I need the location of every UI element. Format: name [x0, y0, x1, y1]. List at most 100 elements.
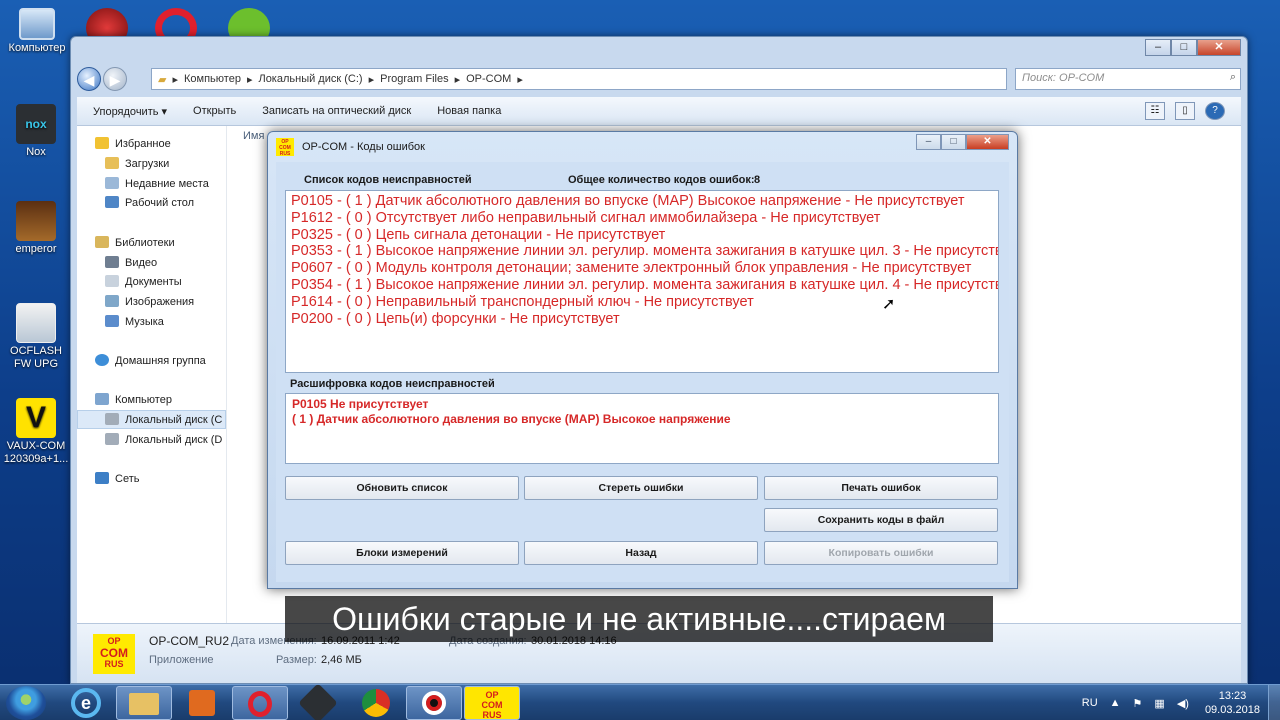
refresh-list-button[interactable]: Обновить список — [285, 476, 519, 500]
explorer-taskbar-button[interactable] — [116, 686, 172, 720]
nox-icon: nox — [16, 104, 56, 144]
desktop-icon-ocflash[interactable]: OCFLASH FW UPG — [1, 303, 71, 371]
volume-icon[interactable]: ◀) — [1177, 697, 1189, 710]
breadcrumb-item[interactable]: Локальный диск (C:) — [258, 73, 362, 85]
forward-button[interactable]: ▶ — [103, 67, 127, 91]
nav-video[interactable]: Видео — [105, 256, 157, 269]
computer-icon — [19, 8, 55, 40]
back-button[interactable]: Назад — [524, 541, 758, 565]
organize-button[interactable]: Упорядочить ▾ — [93, 105, 167, 118]
video-subtitle: Ошибки старые и не активные....стираем — [285, 596, 993, 642]
opera-icon — [248, 691, 272, 717]
minimize-button[interactable]: – — [916, 134, 941, 150]
nav-favorites[interactable]: Избранное — [95, 137, 171, 150]
nav-label: Избранное — [115, 138, 171, 150]
list-item[interactable]: P1612 - ( 0 ) Отсутствует либо неправиль… — [291, 210, 880, 227]
clear-errors-button[interactable]: Стереть ошибки — [524, 476, 758, 500]
list-item[interactable]: P0353 - ( 1 ) Высокое напряжение линии э… — [291, 243, 998, 260]
breadcrumb-item[interactable]: Program Files — [380, 73, 448, 85]
breadcrumb-item[interactable]: OP-COM — [466, 73, 511, 85]
nav-label: Загрузки — [125, 158, 170, 170]
drive-icon — [105, 433, 119, 445]
libraries-icon — [95, 236, 109, 248]
decode-line: ( 1 ) Датчик абсолютного давления во впу… — [292, 412, 731, 426]
save-codes-button[interactable]: Сохранить коды в файл — [764, 508, 998, 532]
opera-taskbar-button[interactable] — [232, 686, 288, 720]
show-desktop-button[interactable] — [1268, 685, 1280, 720]
nav-desktop[interactable]: Рабочий стол — [105, 196, 194, 209]
nav-libraries[interactable]: Библиотеки — [95, 236, 175, 249]
list-item[interactable]: P1614 - ( 0 ) Неправильный транспондерны… — [291, 294, 754, 311]
list-item[interactable]: P0354 - ( 1 ) Высокое напряжение линии э… — [291, 277, 998, 294]
nav-label: Рабочий стол — [125, 197, 195, 209]
list-item[interactable]: P0200 - ( 0 ) Цепь(и) форсунки - Не прис… — [291, 311, 620, 328]
nav-images[interactable]: Изображения — [105, 295, 194, 308]
internet-explorer-icon[interactable]: e — [58, 686, 114, 720]
network-icon — [95, 472, 109, 484]
desktop-icon-emperor[interactable]: emperor — [1, 201, 71, 256]
media-player-icon[interactable] — [174, 686, 230, 720]
nav-drive-d[interactable]: Локальный диск (D — [105, 433, 222, 446]
help-icon[interactable]: ? — [1205, 102, 1225, 120]
application-icon — [16, 303, 56, 343]
file-list: Имя — [237, 126, 265, 623]
nav-music[interactable]: Музыка — [105, 315, 164, 328]
breadcrumb-item[interactable]: Компьютер — [184, 73, 241, 85]
folder-icon: ▰ — [158, 73, 167, 86]
desktop-icon-label: VAUX-COM 120309a+1... — [3, 440, 69, 465]
nav-label: Музыка — [125, 316, 164, 328]
open-button[interactable]: Открыть — [193, 105, 236, 117]
desktop-icon-computer[interactable]: Компьютер — [2, 8, 72, 55]
view-mode-icon[interactable]: ☷ — [1145, 102, 1165, 120]
view-controls: ☷ ▯ ? — [1135, 102, 1225, 120]
nav-label: Локальный диск (D — [125, 434, 223, 446]
nav-recent[interactable]: Недавние места — [105, 177, 209, 190]
start-button[interactable] — [6, 686, 46, 720]
nav-documents[interactable]: Документы — [105, 275, 182, 288]
network-icon[interactable]: ▦ — [1154, 697, 1164, 710]
list-item[interactable]: P0325 - ( 0 ) Цепь сигнала детонации - Н… — [291, 227, 665, 244]
logo-text: RUS — [104, 659, 124, 669]
nav-network[interactable]: Сеть — [95, 472, 139, 485]
nav-downloads[interactable]: Загрузки — [105, 157, 169, 170]
search-icon[interactable]: ⌕ — [1230, 71, 1236, 84]
nav-computer[interactable]: Компьютер — [95, 393, 172, 406]
print-errors-button[interactable]: Печать ошибок — [764, 476, 998, 500]
recorder-taskbar-button[interactable] — [406, 686, 462, 720]
maximize-button[interactable]: □ — [1171, 39, 1197, 56]
list-item[interactable]: P0607 - ( 0 ) Модуль контроля детонации;… — [291, 260, 971, 277]
decode-label: Расшифровка кодов неисправностей — [290, 378, 495, 390]
close-button[interactable]: ✕ — [1197, 39, 1241, 56]
list-item[interactable]: P0105 - ( 1 ) Датчик абсолютного давлени… — [291, 193, 965, 210]
new-folder-button[interactable]: Новая папка — [437, 105, 501, 117]
computer-icon — [95, 393, 109, 405]
preview-pane-icon[interactable]: ▯ — [1175, 102, 1195, 120]
clock-date: 09.03.2018 — [1204, 704, 1260, 716]
codes-list[interactable]: P0105 - ( 1 ) Датчик абсолютного давлени… — [285, 190, 999, 373]
desktop-icon-nox[interactable]: nox Nox — [1, 104, 71, 159]
close-button[interactable]: ✕ — [966, 134, 1009, 150]
chrome-icon[interactable] — [348, 686, 404, 720]
burn-button[interactable]: Записать на оптический диск — [262, 105, 411, 117]
nav-label: Сеть — [115, 473, 140, 485]
search-input[interactable]: Поиск: OP-COM ⌕ — [1015, 68, 1241, 90]
nox-taskbar-icon[interactable] — [290, 683, 346, 720]
language-indicator[interactable]: RU — [1082, 697, 1098, 709]
downloads-icon — [105, 157, 119, 169]
nav-drive-c[interactable]: Локальный диск (C — [77, 410, 226, 429]
action-center-icon[interactable]: ⚑ — [1133, 697, 1143, 710]
address-bar[interactable]: ▰ ▸ Компьютер ▸ Локальный диск (C:) ▸ Pr… — [151, 68, 1007, 90]
opcom-taskbar-button[interactable]: OP COM RUS — [464, 686, 520, 720]
minimize-button[interactable]: – — [1145, 39, 1171, 56]
column-header-name[interactable]: Имя — [243, 130, 264, 142]
measurement-blocks-button[interactable]: Блоки измерений — [285, 541, 519, 565]
folder-icon — [129, 693, 159, 715]
show-hidden-icons-icon[interactable]: ▲ — [1110, 697, 1121, 709]
command-bar: Упорядочить ▾ Открыть Записать на оптиче… — [77, 97, 1241, 126]
clock[interactable]: 13:23 09.03.2018 — [1205, 689, 1260, 717]
nav-homegroup[interactable]: Домашняя группа — [95, 354, 206, 367]
decode-text-area[interactable]: P0105 Не присутствует ( 1 ) Датчик абсол… — [285, 393, 999, 464]
back-button[interactable]: ◀ — [77, 67, 101, 91]
maximize-button[interactable]: □ — [941, 134, 966, 150]
desktop-icon-vaux-com[interactable]: V VAUX-COM 120309a+1... — [1, 398, 71, 466]
